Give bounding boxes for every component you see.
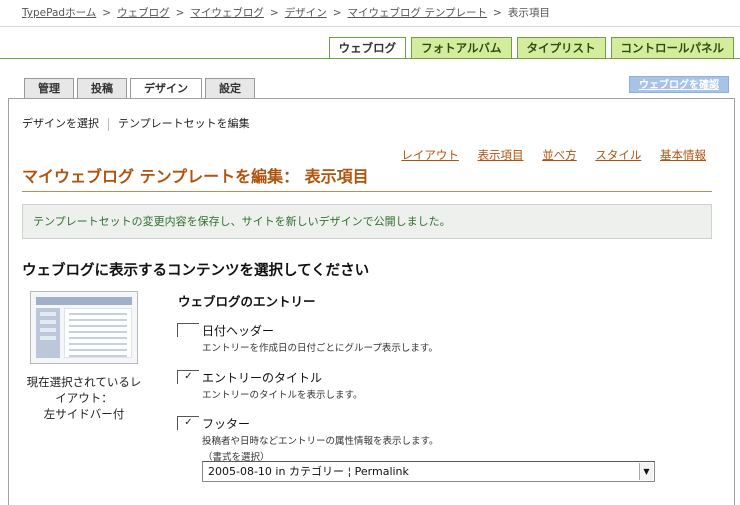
subnav-edit-template-set[interactable]: テンプレートセットを編集 xyxy=(118,117,250,130)
page-title: マイウェブログ テンプレートを編集： 表示項目 xyxy=(22,163,712,192)
footer-format-select[interactable]: 2005-08-10 in カテゴリー ¦ Permalink ▼ xyxy=(202,461,655,482)
tab-photo-album[interactable]: フォトアルバム xyxy=(411,37,512,59)
view-weblog-button[interactable]: ウェブログを確認 xyxy=(629,76,729,93)
tab-typelist[interactable]: タイプリスト xyxy=(516,37,606,59)
tab-design[interactable]: デザイン xyxy=(130,78,202,100)
tab-control-panel[interactable]: コントロールパネル xyxy=(610,37,734,59)
option-label: 日付ヘッダー xyxy=(202,324,275,338)
link-layout[interactable]: レイアウト xyxy=(401,148,459,162)
tab-compose[interactable]: 投稿 xyxy=(77,78,127,99)
breadcrumb-separator: > xyxy=(493,7,502,19)
entry-title-checkbox[interactable]: ✓ xyxy=(177,370,199,384)
breadcrumb-link-template[interactable]: マイウェブログ テンプレート xyxy=(348,7,488,19)
breadcrumb-separator: > xyxy=(175,7,185,19)
layout-caption: 現在選択されているレ イアウト： 左サイドバー付 xyxy=(18,374,150,422)
design-subnav: デザインを選択 テンプレートセットを編集 xyxy=(22,115,250,131)
option-label: エントリーのタイトル xyxy=(202,371,323,385)
thumbnail-header xyxy=(36,297,132,305)
section-heading: ウェブログに表示するコンテンツを選択してください xyxy=(22,263,370,279)
template-edit-links: レイアウト 表示項目 並べ方 スタイル 基本情報 xyxy=(386,147,706,163)
breadcrumb-current: 表示項目 xyxy=(507,7,550,19)
header-divider xyxy=(0,26,740,27)
date-header-checkbox[interactable] xyxy=(177,323,199,337)
option-description: エントリーのタイトルを表示します。 xyxy=(202,390,363,401)
subnav-choose-design[interactable]: デザインを選択 xyxy=(22,117,99,130)
option-description: 投稿者や日時などエントリーの属性情報を表示します。 xyxy=(202,436,439,447)
thumbnail-main xyxy=(64,308,132,358)
breadcrumb-separator: > xyxy=(102,7,112,19)
main-tabs: ウェブログ フォトアルバム タイプリスト コントロールパネル xyxy=(328,37,734,59)
sub-tabs: 管理 投稿 デザイン 設定 xyxy=(24,78,255,100)
tab-weblog[interactable]: ウェブログ xyxy=(328,37,407,59)
layout-caption-line: 左サイドバー付 xyxy=(43,407,125,421)
link-style[interactable]: スタイル xyxy=(595,148,641,162)
main-tabs-divider xyxy=(0,58,740,59)
breadcrumb-link-my-weblog[interactable]: マイウェブログ xyxy=(190,7,264,19)
breadcrumb-separator: > xyxy=(269,7,279,19)
chevron-down-icon: ▼ xyxy=(639,463,653,480)
link-basic-info[interactable]: 基本情報 xyxy=(660,148,706,162)
option-label: フッター xyxy=(202,417,251,431)
link-content[interactable]: 表示項目 xyxy=(478,148,524,162)
footer-checkbox[interactable]: ✓ xyxy=(177,416,199,430)
entries-heading: ウェブログのエントリー xyxy=(178,294,316,309)
subnav-divider xyxy=(108,117,109,131)
layout-caption-line: イアウト： xyxy=(55,391,113,405)
option-description: エントリーを作成日の日付ごとにグループ表示します。 xyxy=(202,343,438,354)
breadcrumb-link-design[interactable]: デザイン xyxy=(285,7,327,19)
layout-thumbnail xyxy=(30,291,138,364)
layout-caption-line: 現在選択されているレ xyxy=(26,375,142,389)
breadcrumb: TypePadホーム > ウェブログ > マイウェブログ > デザイン > マイウェブログ テン… xyxy=(22,5,550,20)
thumbnail-sidebar xyxy=(36,308,60,358)
breadcrumb-separator: > xyxy=(332,7,342,19)
breadcrumb-link-weblog[interactable]: ウェブログ xyxy=(117,7,170,19)
breadcrumb-link-home[interactable]: TypePadホーム xyxy=(22,7,96,19)
tab-manage[interactable]: 管理 xyxy=(24,78,74,99)
format-select-value: 2005-08-10 in カテゴリー ¦ Permalink xyxy=(208,465,409,478)
status-notice: テンプレートセットの変更内容を保存し、サイトを新しいデザインで公開しました。 xyxy=(22,204,712,239)
link-order[interactable]: 並べ方 xyxy=(542,148,577,162)
tab-settings[interactable]: 設定 xyxy=(205,78,255,99)
